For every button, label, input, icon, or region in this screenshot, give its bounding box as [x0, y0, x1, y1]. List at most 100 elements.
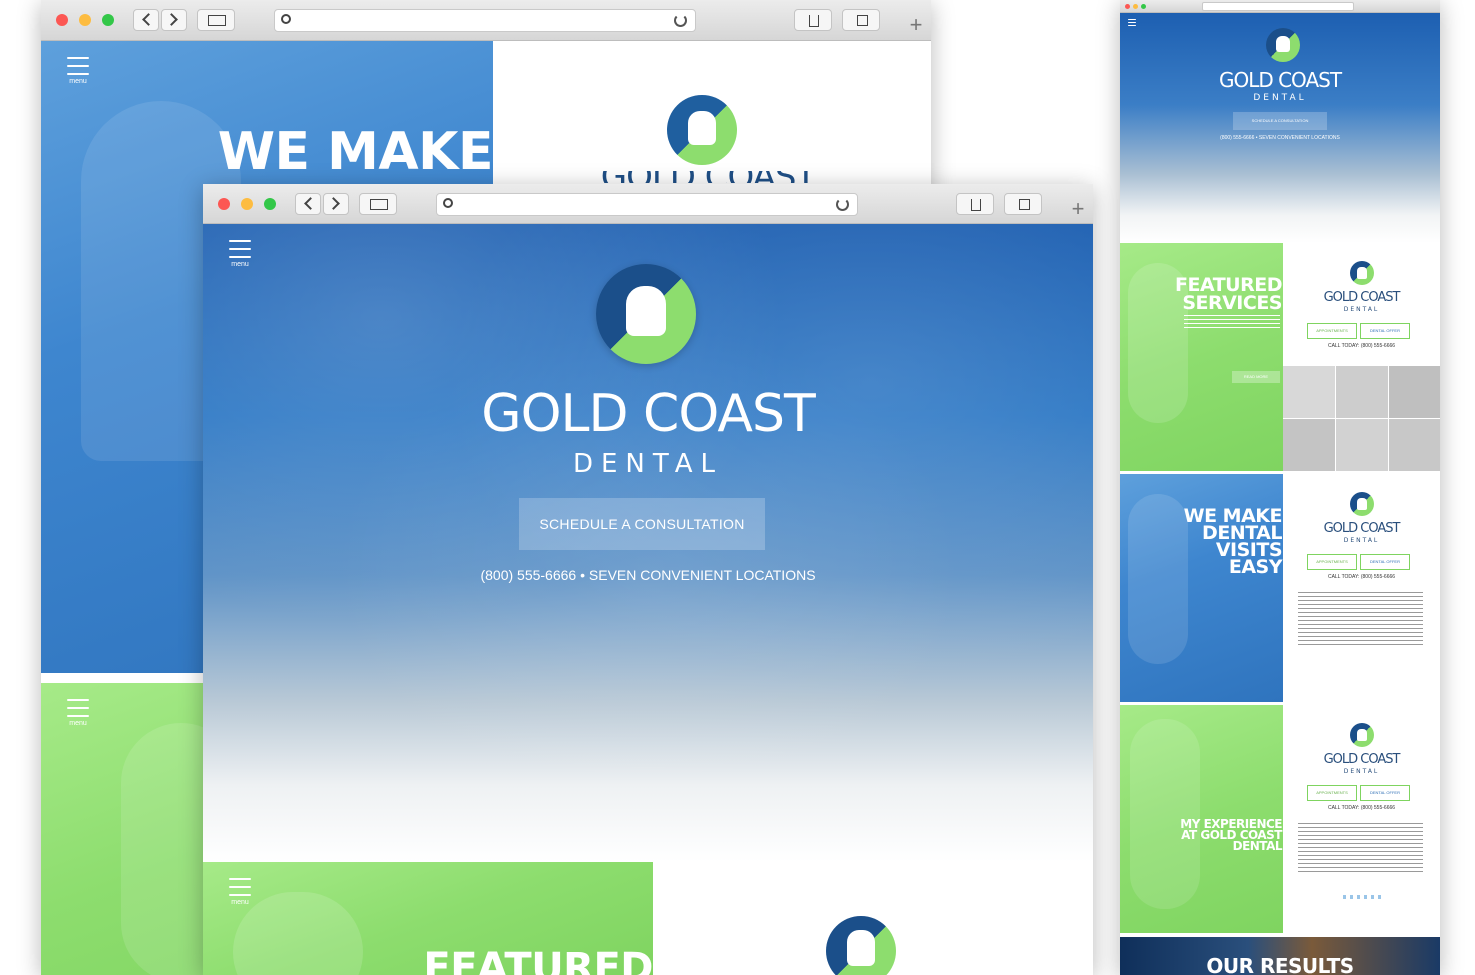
back-window-toolbar: +	[41, 0, 931, 41]
zoom-dot[interactable]	[102, 14, 114, 26]
card-brand: GOLD COAST	[1323, 521, 1401, 536]
panel-visits-photo: WE MAKE DENTAL VISITS EASY	[1120, 474, 1283, 702]
search-icon	[281, 14, 291, 24]
minimize-dot[interactable]	[79, 14, 91, 26]
panel-experience-card: GOLD COAST DENTAL APPOINTMENTS DENTAL OF…	[1283, 705, 1440, 933]
appointments-button[interactable]: APPOINTMENTS	[1307, 323, 1357, 339]
gallery-thumb[interactable]	[1389, 366, 1440, 418]
schedule-consultation-button[interactable]: SCHEDULE A CONSULTATION	[1233, 112, 1327, 130]
card-subbrand: DENTAL	[1343, 768, 1380, 775]
chevron-right-icon	[165, 13, 178, 26]
call-today: CALL TODAY: (800) 555-6666	[1327, 574, 1396, 580]
panel-body-text	[1184, 315, 1280, 329]
brand-name: GOLD COAST	[481, 384, 815, 444]
gallery-thumb[interactable]	[1336, 366, 1388, 418]
menu-label: menu	[69, 720, 87, 727]
gallery-thumb[interactable]	[1283, 366, 1335, 418]
chevron-right-icon	[327, 197, 340, 210]
testimonial-text	[1298, 823, 1423, 875]
featured-heading: FEATURED	[423, 945, 653, 975]
results-section: OUR RESULTS	[1120, 937, 1440, 975]
minimize-dot[interactable]	[241, 198, 253, 210]
hero-section: menu GOLD COAST DENTAL SCHEDULE A CONSUL…	[203, 224, 1093, 862]
tabs-icon	[857, 15, 868, 26]
minimize-dot[interactable]	[1133, 4, 1138, 9]
offer-button[interactable]: DENTAL OFFER	[1360, 554, 1410, 570]
contact-line: (800) 555-6666 • SEVEN CONVENIENT LOCATI…	[480, 567, 816, 583]
appointments-button[interactable]: APPOINTMENTS	[1307, 785, 1357, 801]
hamburger-icon[interactable]: menu	[229, 240, 251, 268]
tooth-logo	[1350, 723, 1374, 747]
address-bar[interactable]	[1202, 2, 1354, 11]
results-heading: OUR RESULTS	[1206, 954, 1354, 975]
sidebar-button[interactable]	[359, 193, 397, 215]
brand-subname: DENTAL	[572, 449, 724, 479]
offer-button[interactable]: DENTAL OFFER	[1360, 323, 1410, 339]
menu-label: menu	[69, 78, 87, 85]
hamburger-icon[interactable]: menu	[229, 878, 251, 906]
tooth-logo	[596, 264, 696, 364]
back-hero-heading: WE MAKE	[217, 122, 494, 182]
tabs-button[interactable]	[1004, 193, 1042, 215]
tooth-logo	[667, 95, 737, 165]
card-subbrand: DENTAL	[1343, 537, 1380, 544]
close-dot[interactable]	[218, 198, 230, 210]
schedule-consultation-button[interactable]: SCHEDULE A CONSULTATION	[519, 498, 765, 550]
close-dot[interactable]	[1125, 4, 1130, 9]
forward-button[interactable]	[323, 193, 349, 215]
contact-line: (800) 555-6666 • SEVEN CONVENIENT LOCATI…	[1220, 135, 1340, 141]
gallery-thumb[interactable]	[1283, 419, 1335, 471]
plus-icon[interactable]: +	[903, 12, 929, 38]
read-more-button[interactable]: READ MORE	[1232, 371, 1280, 383]
share-icon	[971, 199, 981, 211]
main-browser-window: + menu GOLD COAST DENTAL SCHEDULE A CONS…	[203, 184, 1093, 975]
address-bar[interactable]	[274, 9, 696, 32]
gallery-thumb[interactable]	[1389, 419, 1440, 471]
back-button[interactable]	[133, 9, 159, 31]
carousel-dots[interactable]	[1343, 895, 1383, 899]
main-window-toolbar: +	[203, 184, 1093, 224]
call-today: CALL TODAY: (800) 555-6666	[1327, 805, 1396, 811]
reload-icon[interactable]	[836, 198, 849, 211]
featured-green-panel: menu FEATURED	[203, 862, 654, 975]
chevron-left-icon	[142, 13, 155, 26]
person-photo	[233, 892, 363, 975]
panel-visits-card: GOLD COAST DENTAL APPOINTMENTS DENTAL OF…	[1283, 474, 1440, 702]
hamburger-icon[interactable]: menu	[67, 699, 89, 727]
right-hero: GOLD COAST DENTAL SCHEDULE A CONSULTATIO…	[1120, 13, 1440, 243]
card-subbrand: DENTAL	[1343, 306, 1380, 313]
right-window-toolbar	[1120, 0, 1440, 13]
offer-button[interactable]: DENTAL OFFER	[1360, 785, 1410, 801]
plus-icon[interactable]: +	[1065, 196, 1091, 222]
person-photo	[1130, 719, 1200, 909]
address-bar[interactable]	[436, 193, 858, 216]
panel-heading-line3: DENTAL	[1232, 839, 1283, 853]
tooth-logo	[1350, 492, 1374, 516]
forward-button[interactable]	[161, 9, 187, 31]
close-dot[interactable]	[56, 14, 68, 26]
tooth-logo	[1350, 261, 1374, 285]
menu-label: menu	[231, 899, 249, 906]
panel-heading-line4: EASY	[1228, 556, 1283, 578]
search-icon	[443, 198, 453, 208]
body-text-block	[1298, 592, 1423, 648]
zoom-dot[interactable]	[1141, 4, 1146, 9]
sidebar-icon	[370, 199, 388, 210]
share-icon	[809, 15, 819, 27]
hamburger-icon[interactable]: menu	[67, 57, 89, 85]
share-button[interactable]	[956, 193, 994, 215]
right-browser-window: GOLD COAST DENTAL SCHEDULE A CONSULTATIO…	[1120, 0, 1440, 975]
tabs-button[interactable]	[842, 9, 880, 31]
tooth-logo	[1266, 28, 1300, 62]
zoom-dot[interactable]	[264, 198, 276, 210]
hamburger-icon[interactable]	[1128, 19, 1136, 32]
share-button[interactable]	[794, 9, 832, 31]
gallery-thumb[interactable]	[1336, 419, 1388, 471]
sidebar-icon	[208, 15, 226, 26]
back-button[interactable]	[295, 193, 321, 215]
brand-subname: DENTAL	[1253, 93, 1307, 103]
panel-experience-photo: MY EXPERIENCE AT GOLD COAST DENTAL	[1120, 705, 1283, 933]
reload-icon[interactable]	[674, 14, 687, 27]
appointments-button[interactable]: APPOINTMENTS	[1307, 554, 1357, 570]
sidebar-button[interactable]	[197, 9, 235, 31]
